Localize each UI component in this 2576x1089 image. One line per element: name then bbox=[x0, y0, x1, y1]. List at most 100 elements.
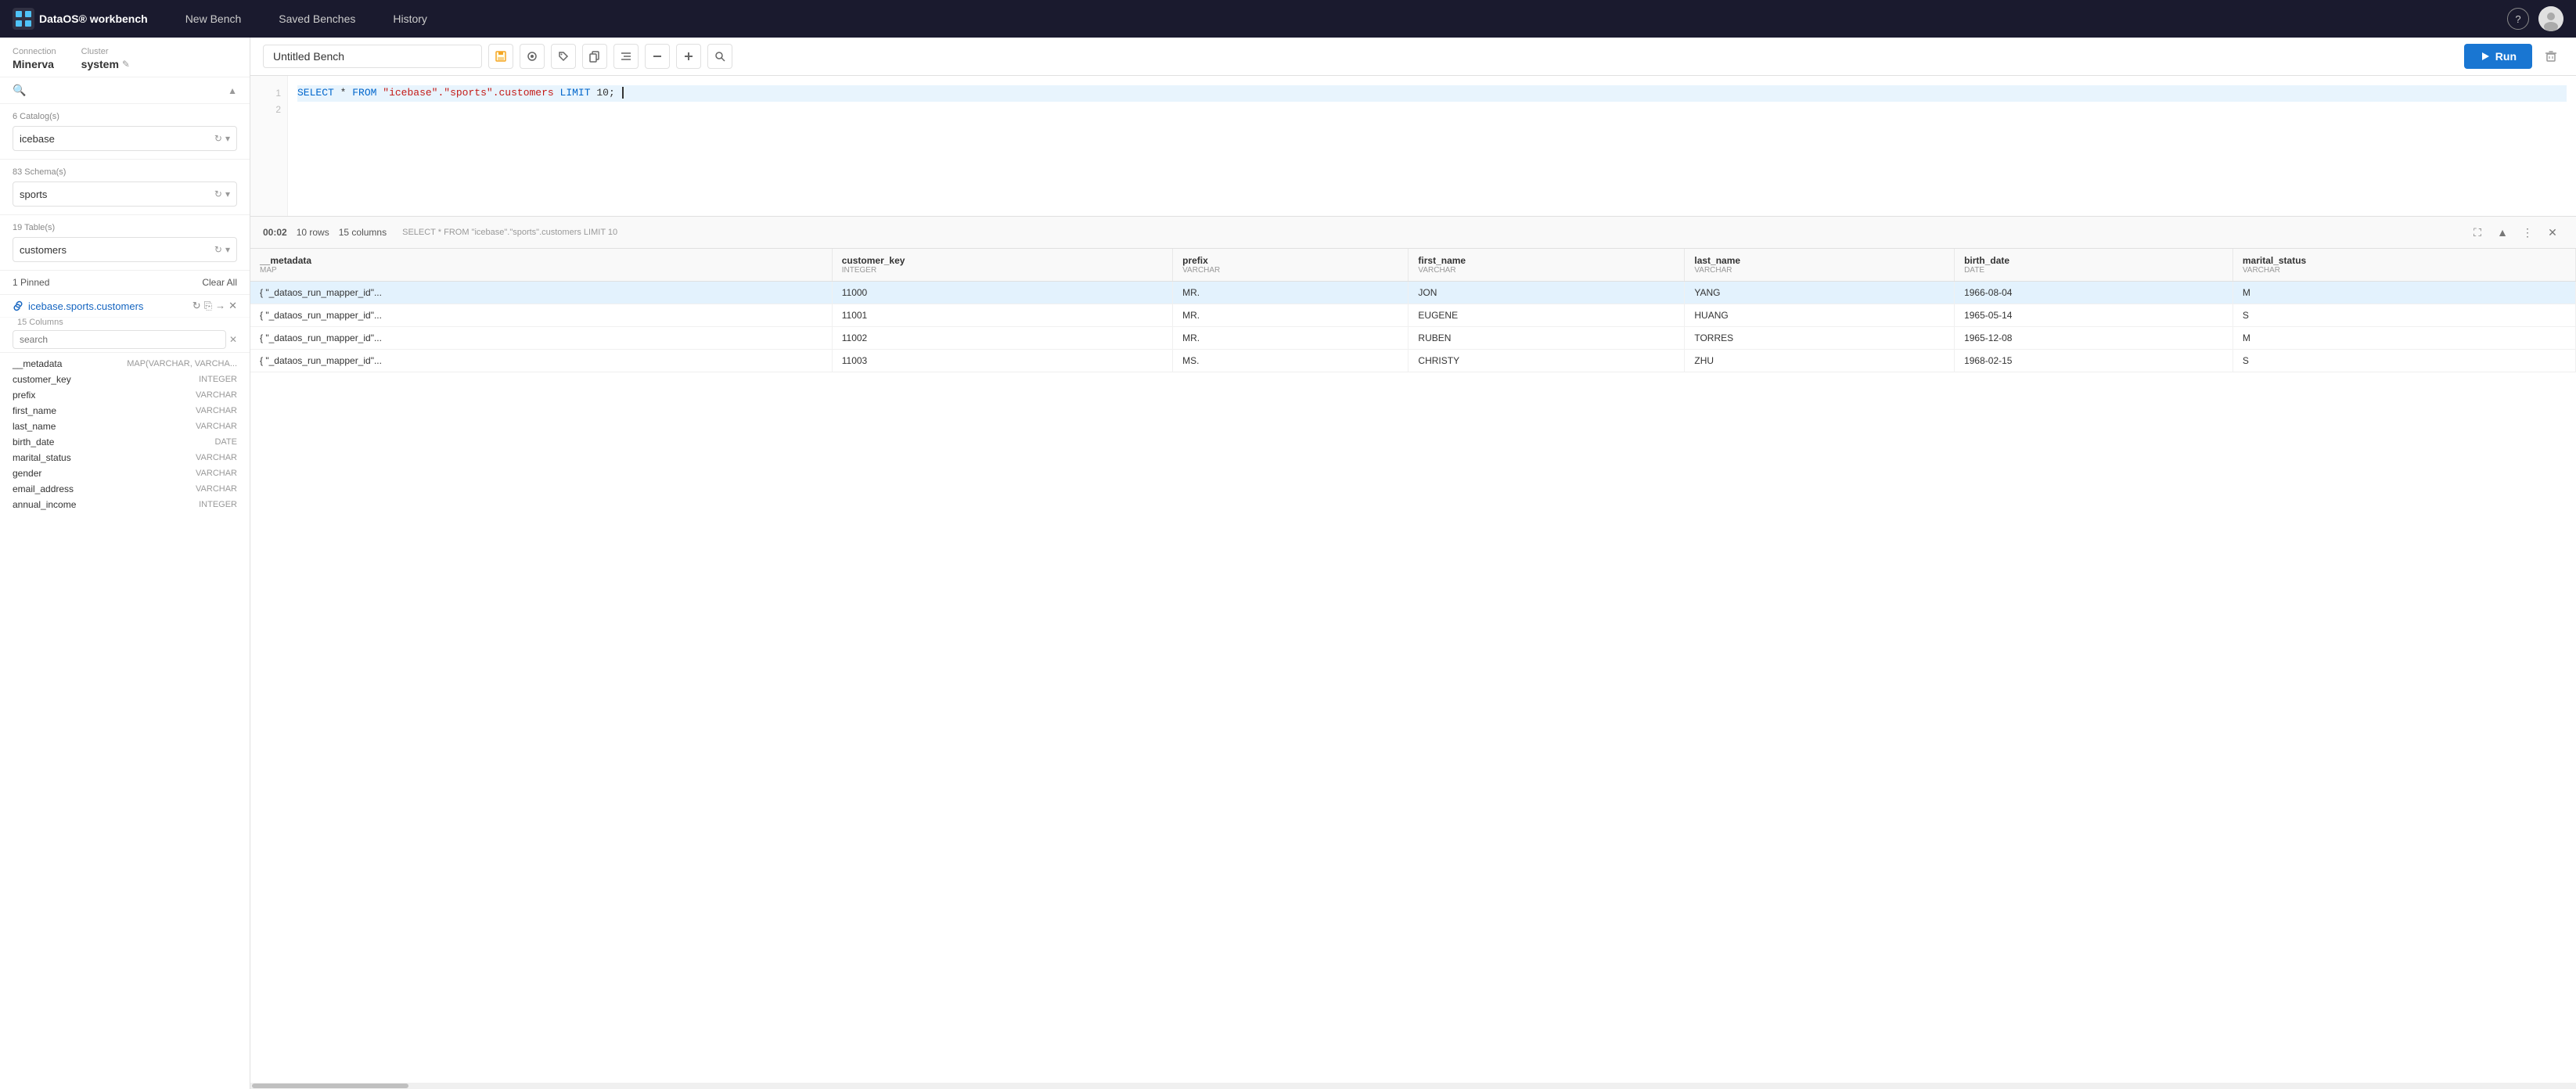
th-marital-status: marital_status VARCHAR bbox=[2232, 249, 2575, 282]
list-item: annual_incomeINTEGER bbox=[0, 497, 250, 512]
pinned-refresh-icon[interactable]: ↻ bbox=[192, 300, 201, 312]
th-prefix: prefix VARCHAR bbox=[1173, 249, 1409, 282]
avatar-icon bbox=[2538, 6, 2563, 31]
catalog-refresh-icon[interactable]: ↻ bbox=[214, 133, 222, 144]
th-first-name: first_name VARCHAR bbox=[1409, 249, 1685, 282]
col-type: VARCHAR bbox=[196, 484, 237, 494]
catalog-expand-icon[interactable]: ▾ bbox=[225, 133, 230, 144]
pinned-navigate-icon[interactable]: → bbox=[215, 300, 225, 312]
table-refresh-icon[interactable]: ↻ bbox=[214, 244, 222, 255]
results-close-button[interactable]: ✕ bbox=[2542, 221, 2563, 243]
decrease-font-button[interactable] bbox=[645, 44, 670, 69]
search-in-editor-button[interactable] bbox=[707, 44, 732, 69]
column-search-clear-icon[interactable]: ✕ bbox=[229, 334, 237, 345]
left-panel: Connection Minerva Cluster system ✎ 🔍 ▲ … bbox=[0, 38, 250, 1089]
col-type: VARCHAR bbox=[196, 406, 237, 415]
table-row[interactable]: { "_dataos_run_mapper_id"...11002MR.RUBE… bbox=[250, 327, 2576, 350]
table-cell: CHRISTY bbox=[1409, 350, 1685, 372]
sql-editor[interactable]: 1 2 SELECT * FROM "icebase"."sports".cus… bbox=[250, 76, 2576, 217]
header-row: __metadata MAP customer_key INTEGER pref… bbox=[250, 249, 2576, 282]
table-expand-icon[interactable]: ▾ bbox=[225, 244, 230, 255]
table-cell: 1968-02-15 bbox=[1955, 350, 2233, 372]
table-row[interactable]: { "_dataos_run_mapper_id"...11001MR.EUGE… bbox=[250, 304, 2576, 327]
table-cell: EUGENE bbox=[1409, 304, 1685, 327]
schema-refresh-icon[interactable]: ↻ bbox=[214, 189, 222, 199]
nav-history[interactable]: History bbox=[374, 0, 446, 38]
nav-new-bench[interactable]: New Bench bbox=[167, 0, 261, 38]
table-cell: HUANG bbox=[1685, 304, 1955, 327]
list-item: last_nameVARCHAR bbox=[0, 419, 250, 434]
table-cell: M bbox=[2232, 282, 2575, 304]
link-icon bbox=[13, 300, 23, 311]
editor-content[interactable]: SELECT * FROM "icebase"."sports".custome… bbox=[288, 76, 2576, 216]
col-name: first_name bbox=[13, 405, 56, 416]
table-row[interactable]: { "_dataos_run_mapper_id"...11000MR.JONY… bbox=[250, 282, 2576, 304]
pinned-item-actions: ↻ ⎘ → ✕ bbox=[192, 300, 237, 312]
top-nav: DataOS® workbench New Bench Saved Benche… bbox=[0, 0, 2576, 38]
schema-dropdown[interactable]: sports ↻ ▾ bbox=[13, 182, 237, 207]
horizontal-scrollbar[interactable] bbox=[250, 1083, 2576, 1089]
app-title: DataOS® workbench bbox=[39, 13, 148, 25]
copy-button[interactable] bbox=[582, 44, 607, 69]
results-header: 00:02 10 rows 15 columns SELECT * FROM "… bbox=[250, 217, 2576, 249]
col-name: gender bbox=[13, 468, 41, 479]
schema-expand-icon[interactable]: ▾ bbox=[225, 189, 230, 199]
results-expand-icon[interactable]: ⛶ bbox=[2466, 221, 2488, 243]
main-layout: Connection Minerva Cluster system ✎ 🔍 ▲ … bbox=[0, 38, 2576, 1089]
results-cols: 15 columns bbox=[339, 227, 387, 238]
col-name: birth_date bbox=[13, 437, 54, 447]
clear-all-button[interactable]: Clear All bbox=[202, 277, 237, 288]
connection-info: Connection Minerva Cluster system ✎ bbox=[0, 38, 250, 77]
dataos-logo-icon bbox=[13, 8, 34, 30]
pinned-copy-icon[interactable]: ⎘ bbox=[204, 300, 212, 312]
connection-value: Minerva bbox=[13, 58, 56, 70]
col-name: email_address bbox=[13, 483, 74, 494]
table-row[interactable]: { "_dataos_run_mapper_id"...11003MS.CHRI… bbox=[250, 350, 2576, 372]
nav-items: New Bench Saved Benches History bbox=[167, 0, 446, 38]
run-label: Run bbox=[2495, 50, 2517, 63]
tag-button[interactable] bbox=[551, 44, 576, 69]
sql-from-keyword: FROM bbox=[352, 87, 376, 99]
list-item: customer_keyINTEGER bbox=[0, 372, 250, 387]
columns-count-label: 15 Columns bbox=[0, 318, 250, 327]
run-button[interactable]: Run bbox=[2464, 44, 2532, 69]
th-last-name: last_name VARCHAR bbox=[1685, 249, 1955, 282]
list-item: __metadataMAP(VARCHAR, VARCHA... bbox=[0, 356, 250, 372]
save-icon bbox=[495, 50, 507, 63]
catalog-value: icebase bbox=[20, 133, 214, 145]
results-more-icon[interactable]: ⋮ bbox=[2517, 221, 2538, 243]
connection-label: Connection bbox=[13, 47, 56, 56]
column-search-input[interactable] bbox=[13, 330, 226, 349]
user-avatar[interactable] bbox=[2538, 6, 2563, 31]
bench-name-input[interactable] bbox=[263, 45, 482, 68]
results-table-container: __metadata MAP customer_key INTEGER pref… bbox=[250, 249, 2576, 1083]
nav-saved-benches[interactable]: Saved Benches bbox=[260, 0, 374, 38]
format-button[interactable] bbox=[613, 44, 639, 69]
table-cell: ZHU bbox=[1685, 350, 1955, 372]
help-button[interactable]: ? bbox=[2507, 8, 2529, 30]
results-actions: ⛶ ▲ ⋮ ✕ bbox=[2466, 221, 2563, 243]
minus-icon bbox=[651, 50, 664, 63]
pinned-remove-icon[interactable]: ✕ bbox=[228, 300, 237, 312]
scrollbar-thumb[interactable] bbox=[252, 1084, 408, 1088]
increase-font-button[interactable] bbox=[676, 44, 701, 69]
results-scroll-top-icon[interactable]: ▲ bbox=[2491, 221, 2513, 243]
column-list: __metadataMAP(VARCHAR, VARCHA...customer… bbox=[0, 353, 250, 516]
list-item: marital_statusVARCHAR bbox=[0, 450, 250, 465]
table-dropdown[interactable]: customers ↻ ▾ bbox=[13, 237, 237, 262]
delete-bench-button[interactable] bbox=[2538, 44, 2563, 69]
save-button[interactable] bbox=[488, 44, 513, 69]
edit-cluster-icon[interactable]: ✎ bbox=[122, 59, 130, 70]
share-button[interactable] bbox=[520, 44, 545, 69]
search-icon[interactable]: 🔍 bbox=[13, 84, 26, 97]
bench-toolbar: Run bbox=[250, 38, 2576, 76]
table-label: 19 Table(s) bbox=[13, 223, 237, 232]
catalog-dropdown[interactable]: icebase ↻ ▾ bbox=[13, 126, 237, 151]
table-cell: S bbox=[2232, 304, 2575, 327]
line-number-2: 2 bbox=[250, 102, 287, 118]
pinned-item[interactable]: icebase.sports.customers ↻ ⎘ → ✕ bbox=[0, 295, 250, 318]
col-type: VARCHAR bbox=[196, 469, 237, 478]
copy-icon bbox=[588, 50, 601, 63]
schema-value: sports bbox=[20, 189, 214, 200]
collapse-button[interactable]: ▲ bbox=[228, 85, 237, 96]
